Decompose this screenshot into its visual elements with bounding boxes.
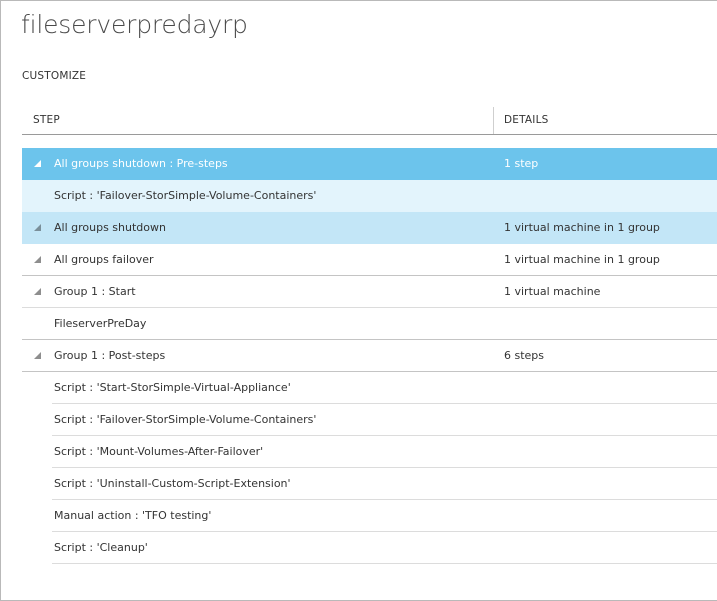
collapse-triangle-icon[interactable]	[34, 288, 41, 295]
table-row-all-groups-shutdown-pre-steps[interactable]: All groups shutdown : Pre-steps 1 step	[22, 148, 717, 180]
table-row-script[interactable]: Script : 'Failover-StorSimple-Volume-Con…	[22, 404, 717, 436]
table-row-all-groups-failover[interactable]: All groups failover 1 virtual machine in…	[22, 244, 717, 276]
table-row-script[interactable]: Script : 'Mount-Volumes-After-Failover'	[22, 436, 717, 468]
details-label: 6 steps	[504, 349, 545, 362]
collapse-triangle-icon[interactable]	[34, 160, 41, 167]
table-header: STEP DETAILS	[22, 107, 717, 135]
collapse-triangle-icon[interactable]	[34, 256, 41, 263]
table-row-group-1-start[interactable]: Group 1 : Start 1 virtual machine	[22, 276, 717, 308]
step-label: Group 1 : Start	[54, 285, 136, 298]
table-row-manual-action[interactable]: Manual action : 'TFO testing'	[22, 500, 717, 532]
collapse-triangle-icon[interactable]	[34, 352, 41, 359]
step-label: All groups shutdown	[54, 221, 166, 234]
page-title: fileserverpredayrp	[21, 10, 248, 39]
details-label: 1 step	[504, 157, 539, 170]
step-label: Script : 'Cleanup'	[54, 541, 148, 554]
step-label: Script : 'Mount-Volumes-After-Failover'	[54, 445, 264, 458]
details-label: 1 virtual machine in 1 group	[504, 221, 660, 234]
details-label: 1 virtual machine in 1 group	[504, 253, 660, 266]
table-row-script[interactable]: Script : 'Failover-StorSimple-Volume-Con…	[22, 180, 717, 212]
step-label: Script : 'Uninstall-Custom-Script-Extens…	[54, 477, 291, 490]
step-label: Script : 'Start-StorSimple-Virtual-Appli…	[54, 381, 291, 394]
details-label: 1 virtual machine	[504, 285, 601, 298]
step-label: All groups shutdown : Pre-steps	[54, 157, 228, 170]
steps-table-body: All groups shutdown : Pre-steps 1 step S…	[22, 148, 717, 564]
step-label: Script : 'Failover-StorSimple-Volume-Con…	[54, 189, 317, 202]
table-row-group-1-post-steps[interactable]: Group 1 : Post-steps 6 steps	[22, 340, 717, 372]
step-label: Group 1 : Post-steps	[54, 349, 166, 362]
table-row-script[interactable]: Script : 'Cleanup'	[22, 532, 717, 564]
column-header-step[interactable]: STEP	[33, 107, 60, 134]
column-header-details[interactable]: DETAILS	[504, 107, 549, 134]
step-label: Script : 'Failover-StorSimple-Volume-Con…	[54, 413, 317, 426]
recovery-plan-blade: fileserverpredayrp CUSTOMIZE STEP DETAIL…	[0, 0, 717, 601]
customize-button[interactable]: CUSTOMIZE	[22, 70, 86, 82]
table-row-script[interactable]: Script : 'Start-StorSimple-Virtual-Appli…	[22, 372, 717, 404]
step-label: Manual action : 'TFO testing'	[54, 509, 212, 522]
table-row-all-groups-shutdown[interactable]: All groups shutdown 1 virtual machine in…	[22, 212, 717, 244]
collapse-triangle-icon[interactable]	[34, 224, 41, 231]
table-row-virtual-machine[interactable]: FileserverPreDay	[22, 308, 717, 340]
table-row-script[interactable]: Script : 'Uninstall-Custom-Script-Extens…	[22, 468, 717, 500]
step-label: FileserverPreDay	[54, 317, 147, 330]
column-divider[interactable]	[493, 107, 494, 134]
step-label: All groups failover	[54, 253, 154, 266]
